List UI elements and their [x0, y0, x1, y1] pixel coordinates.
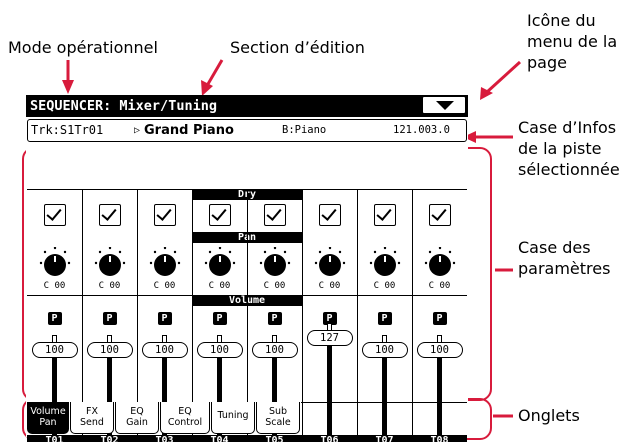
- track-number: T04: [210, 435, 229, 442]
- track-number: T02: [100, 435, 119, 442]
- pan-knob[interactable]: [369, 247, 401, 279]
- channel-separator: [412, 189, 413, 435]
- pan-value: C 00: [208, 281, 231, 291]
- play-mode-button[interactable]: P: [157, 312, 172, 325]
- menu-icon-leader-line: [485, 60, 522, 94]
- edit-section-label: Mixer/Tuning: [119, 98, 217, 114]
- tab-eq-gain[interactable]: EQ Gain: [115, 402, 159, 434]
- play-mode-button[interactable]: P: [377, 312, 392, 325]
- checkmark-icon: [210, 205, 227, 221]
- volume-fader-value[interactable]: 127: [306, 330, 353, 346]
- volume-fader-value[interactable]: 100: [141, 342, 188, 358]
- pan-knob[interactable]: [204, 247, 236, 279]
- volume-fader-bar: [327, 346, 332, 435]
- track-number: T01: [45, 435, 64, 442]
- pan-value: C 00: [373, 281, 396, 291]
- section-leader-line: [206, 59, 224, 85]
- page-header: SEQUENCER: Mixer/Tuning: [26, 95, 468, 117]
- volume-fader-value[interactable]: 100: [196, 342, 243, 358]
- section-arrowhead: [201, 80, 213, 96]
- mode-arrowhead: [62, 80, 74, 94]
- volume-fader-value[interactable]: 100: [86, 342, 133, 358]
- play-mode-button[interactable]: P: [267, 312, 282, 325]
- checkmark-icon: [265, 205, 282, 221]
- track-number: T07: [375, 435, 394, 442]
- volume-fader-top: [52, 335, 57, 342]
- sound-bank: B:Piano: [282, 124, 327, 136]
- channel-separator: [357, 189, 358, 435]
- pan-value: C 00: [153, 281, 176, 291]
- pan-knob[interactable]: [149, 247, 181, 279]
- channel-separator: [192, 189, 193, 435]
- volume-fader-bar: [437, 358, 442, 435]
- tab-sub-scale[interactable]: Sub Scale: [256, 402, 300, 434]
- channel-separator: [82, 189, 83, 435]
- checkmark-icon: [375, 205, 392, 221]
- track-number: T05: [265, 435, 284, 442]
- volume-fader-value[interactable]: 100: [416, 342, 463, 358]
- pan-knob[interactable]: [39, 247, 71, 279]
- parameters-area: Dry Pan Volume T01T02T03T04T05T06T07T08 …: [27, 147, 467, 442]
- dry-checkbox[interactable]: [373, 204, 396, 226]
- pan-knob[interactable]: [424, 247, 456, 279]
- dry-checkbox[interactable]: [318, 204, 341, 226]
- pan-value: C 00: [43, 281, 66, 291]
- dry-checkbox[interactable]: [153, 204, 176, 226]
- dry-checkbox[interactable]: [208, 204, 231, 226]
- volume-fader-top: [107, 335, 112, 342]
- pan-value: C 00: [98, 281, 121, 291]
- dry-checkbox[interactable]: [98, 204, 121, 226]
- volume-fader-bar: [382, 358, 387, 435]
- track-number: T03: [155, 435, 174, 442]
- volume-fader-top: [217, 335, 222, 342]
- volume-fader-top: [382, 335, 387, 342]
- volume-fader-top: [437, 335, 442, 342]
- page-menu-button[interactable]: [422, 96, 466, 114]
- channel-separator: [247, 189, 248, 435]
- channel-separator: [137, 189, 138, 435]
- track-number-row: T01 T02 T03 T04 T05 T06 T07 T08: [27, 435, 467, 442]
- tab-volume-pan[interactable]: Volume Pan: [27, 402, 69, 434]
- checkmark-icon: [45, 205, 62, 221]
- chevron-down-icon: [436, 101, 454, 110]
- track-number: T06: [320, 435, 339, 442]
- dry-checkbox[interactable]: [263, 204, 286, 226]
- tab-tuning[interactable]: Tuning: [211, 402, 255, 434]
- dry-checkbox[interactable]: [43, 204, 66, 226]
- checkmark-icon: [155, 205, 172, 221]
- sound-name: Grand Piano: [144, 123, 234, 138]
- operational-mode-label: SEQUENCER:: [30, 98, 112, 114]
- song-position: 121.003.0: [393, 124, 450, 136]
- pan-value: C 00: [263, 281, 286, 291]
- volume-fader-value[interactable]: 100: [31, 342, 78, 358]
- volume-fader-top: [272, 335, 277, 342]
- channel-separator: [302, 189, 303, 435]
- volume-fader-value[interactable]: 100: [251, 342, 298, 358]
- track-info-box[interactable]: Trk:S1Tr01 ▷ Grand Piano B:Piano 121.003…: [27, 119, 467, 142]
- pan-value: C 00: [318, 281, 341, 291]
- volume-fader-value[interactable]: 100: [361, 342, 408, 358]
- play-mode-button[interactable]: P: [212, 312, 227, 325]
- volume-fader-top: [327, 323, 332, 330]
- tab-eq-control[interactable]: EQ Control: [160, 402, 210, 434]
- checkmark-icon: [320, 205, 337, 221]
- dry-checkbox[interactable]: [428, 204, 451, 226]
- track-id: Trk:S1Tr01: [31, 123, 104, 137]
- play-mode-button[interactable]: P: [432, 312, 447, 325]
- checkmark-icon: [100, 205, 117, 221]
- tab-fx-send[interactable]: FX Send: [70, 402, 114, 434]
- pan-value: C 00: [428, 281, 451, 291]
- pan-knob[interactable]: [314, 247, 346, 279]
- volume-fader-top: [162, 335, 167, 342]
- play-mode-button[interactable]: P: [47, 312, 62, 325]
- sequencer-screen: SEQUENCER: Mixer/Tuning Trk:S1Tr01 ▷ Gra…: [26, 95, 468, 442]
- track-number: T08: [430, 435, 449, 442]
- checkmark-icon: [430, 205, 447, 221]
- tab-strip-rest: [301, 402, 467, 403]
- play-arrow-icon: ▷: [134, 125, 141, 136]
- pan-knob[interactable]: [259, 247, 291, 279]
- play-mode-button[interactable]: P: [102, 312, 117, 325]
- pan-knob[interactable]: [94, 247, 126, 279]
